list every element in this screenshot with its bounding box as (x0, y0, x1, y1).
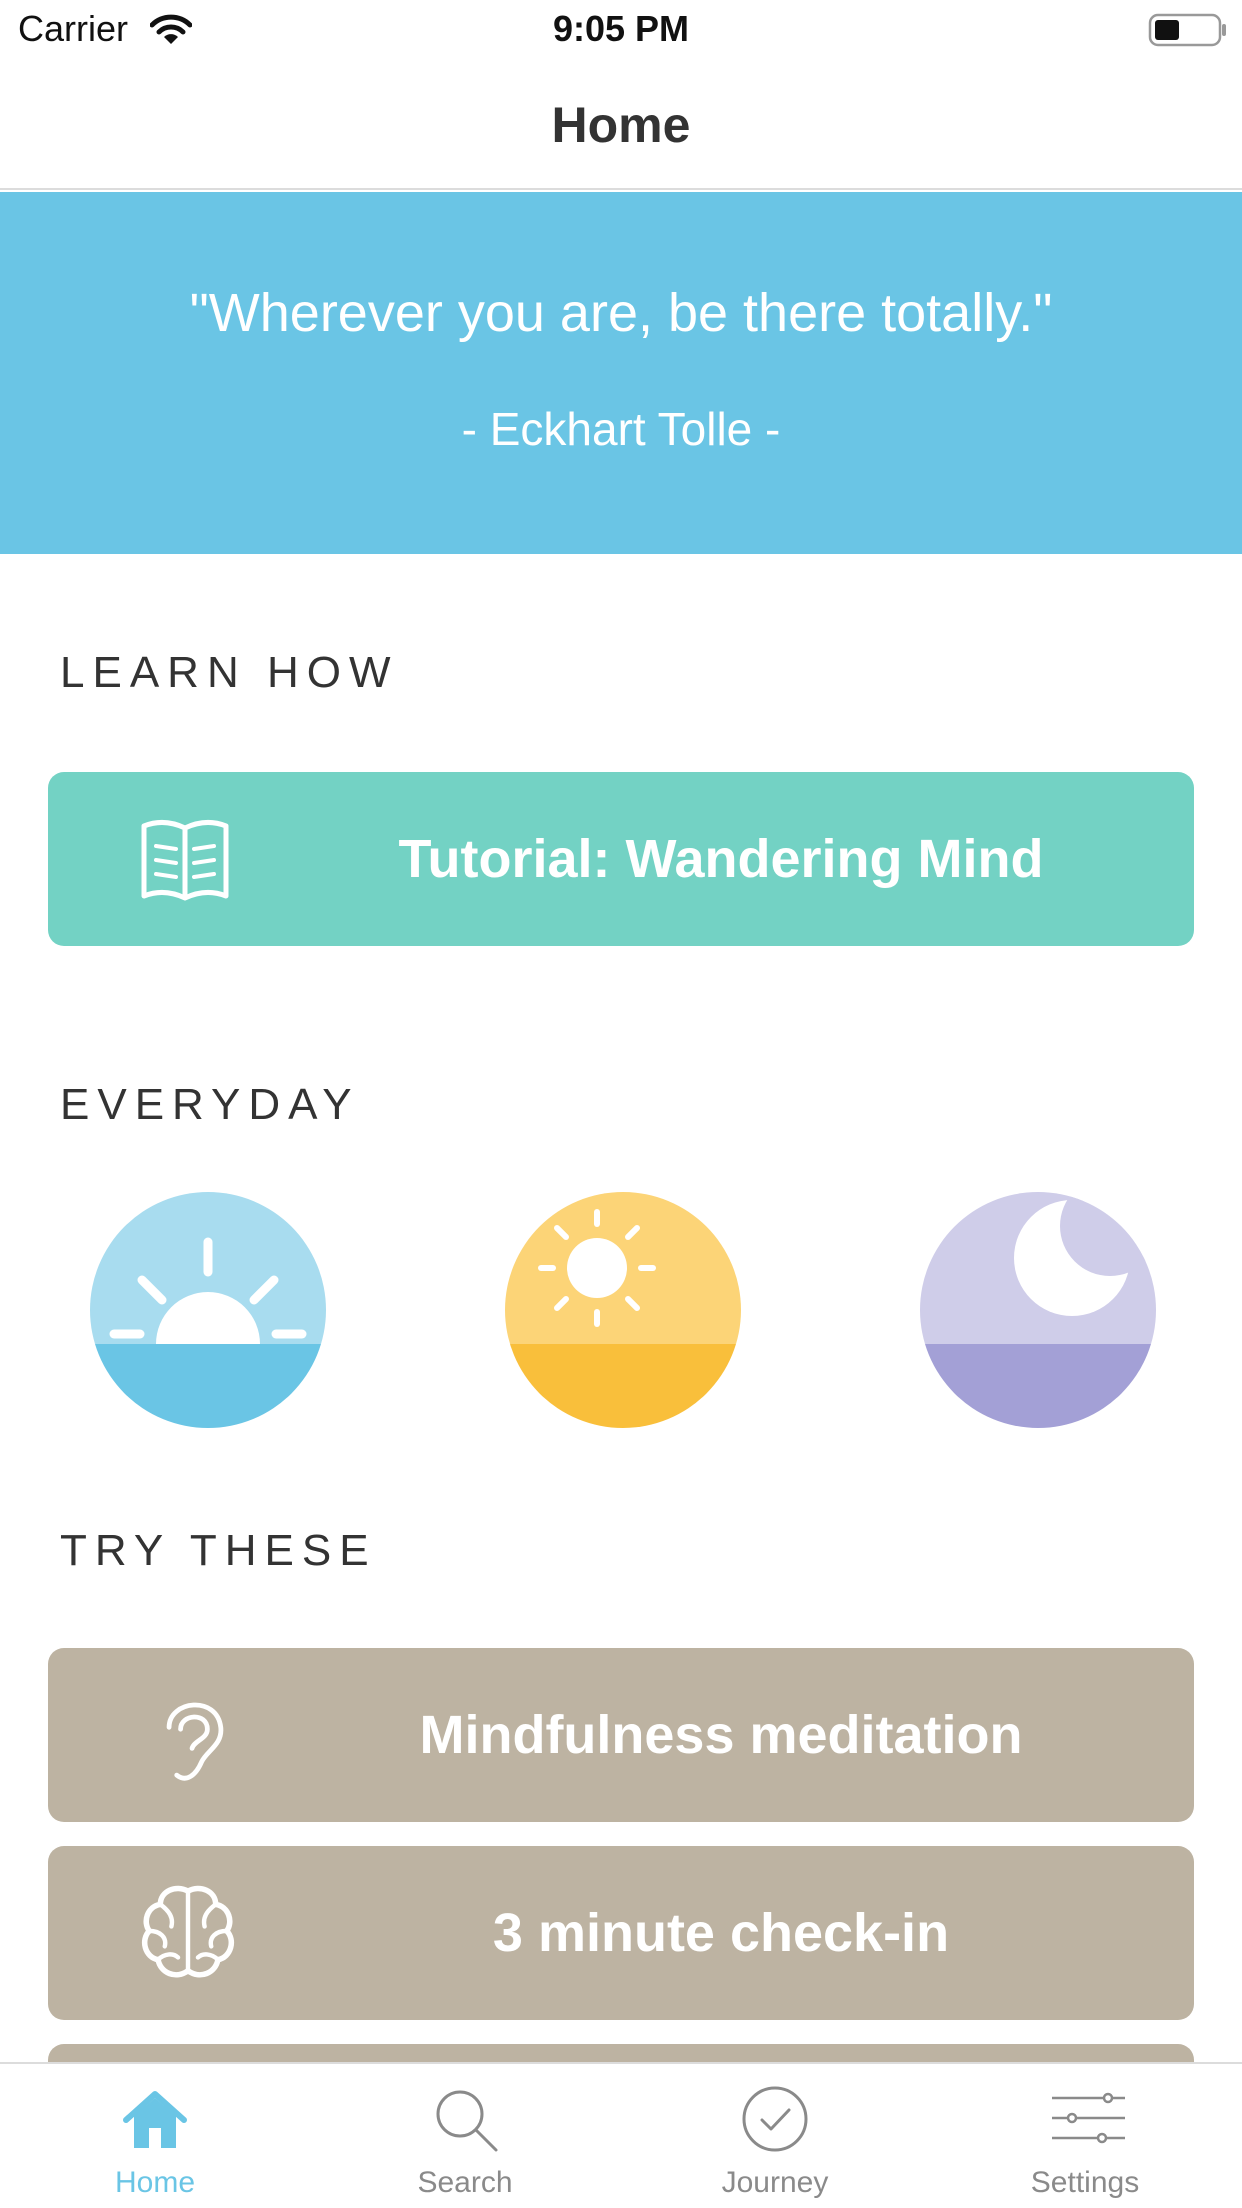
everyday-evening-button[interactable] (920, 1192, 1156, 1428)
status-time: 9:05 PM (552, 8, 690, 49)
three-minute-check-in-label: 3 minute check-in (492, 1903, 950, 1963)
section-title-learn-how: LEARN HOW (60, 648, 399, 697)
quote-text: "Wherever you are, be there totally." (189, 283, 1053, 343)
tab-journey[interactable]: Journey (620, 2064, 930, 2208)
checkmark-circle-icon (742, 2086, 808, 2152)
mindfulness-meditation-button[interactable]: Mindfulness meditation (48, 1648, 1194, 1822)
quote-banner: "Wherever you are, be there totally." - … (0, 192, 1242, 554)
tab-bar: Home Search Journey Settings (0, 2062, 1242, 2208)
section-title-try-these: TRY THESE (60, 1526, 377, 1575)
battery-icon (1148, 13, 1226, 47)
page-title: Home (551, 97, 691, 153)
mindfulness-meditation-label: Mindfulness meditation (419, 1705, 1023, 1765)
tutorial-wandering-mind-button[interactable]: Tutorial: Wandering Mind (48, 772, 1194, 946)
tab-search-label: Search (417, 2166, 513, 2199)
sliders-icon (1052, 2092, 1125, 2144)
search-icon (436, 2090, 498, 2152)
brain-icon (141, 1885, 235, 1978)
moon-icon (920, 1192, 1156, 1428)
tab-settings[interactable]: Settings (930, 2064, 1240, 2208)
tab-home-label: Home (114, 2166, 196, 2199)
ear-icon (166, 1702, 224, 1781)
everyday-morning-button[interactable] (90, 1192, 326, 1428)
everyday-afternoon-button[interactable] (505, 1192, 741, 1428)
home-icon (123, 2091, 187, 2148)
section-title-everyday: EVERYDAY (60, 1080, 360, 1129)
tab-settings-label: Settings (1030, 2166, 1140, 2199)
quote-author: - Eckhart Tolle - (461, 403, 781, 455)
status-bar: Carrier 9:05 PM (0, 0, 1242, 62)
tab-journey-label: Journey (721, 2166, 829, 2199)
nav-bar: Home (0, 62, 1242, 190)
book-icon (141, 820, 229, 901)
sunrise-icon (90, 1192, 326, 1428)
tutorial-label: Tutorial: Wandering Mind (398, 829, 1044, 889)
sun-icon (505, 1192, 741, 1428)
tab-home[interactable]: Home (0, 2064, 310, 2208)
three-minute-check-in-button[interactable]: 3 minute check-in (48, 1846, 1194, 2020)
tab-search[interactable]: Search (310, 2064, 620, 2208)
